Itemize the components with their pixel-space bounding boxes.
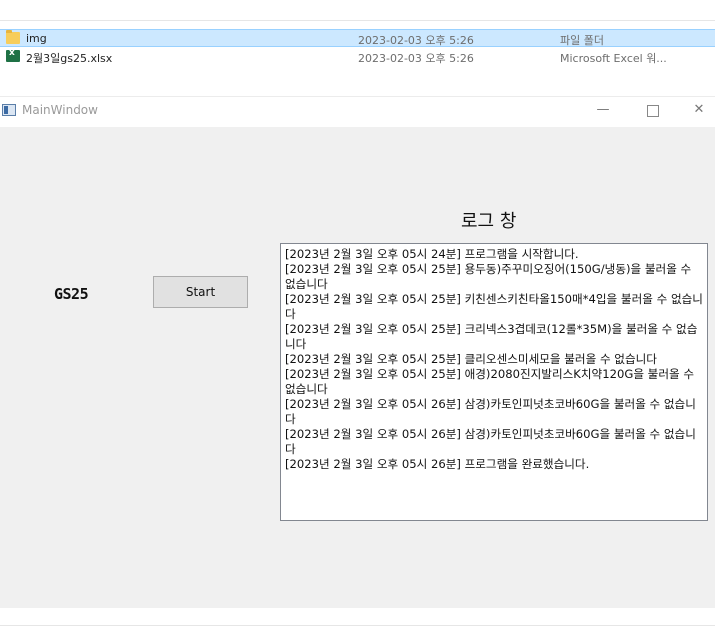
log-line: [2023년 2월 3일 오후 05시 25분] 클리오센스미세모을 불러올 수… — [285, 352, 657, 366]
maximize-icon — [647, 105, 659, 117]
window-client-area: GS25 Start 로그 창 [2023년 2월 3일 오후 05시 24분]… — [0, 127, 715, 608]
log-line: [2023년 2월 3일 오후 05시 25분] 크리넥스3겹데코(12롤*35… — [285, 322, 698, 351]
minimize-icon: — — [596, 102, 610, 117]
log-textbox[interactable]: [2023년 2월 3일 오후 05시 24분] 프로그램을 시작합니다. [2… — [280, 243, 708, 521]
log-line: [2023년 2월 3일 오후 05시 24분] 프로그램을 시작합니다. — [285, 247, 579, 261]
log-line: [2023년 2월 3일 오후 05시 26분] 삼경)카토인피넛초코바60G을… — [285, 397, 696, 426]
log-line: [2023년 2월 3일 오후 05시 25분] 키친센스키친타올150매*4입… — [285, 292, 703, 321]
file-name: img — [26, 32, 47, 45]
start-button[interactable]: Start — [153, 276, 248, 308]
minimize-button[interactable]: — — [580, 97, 626, 125]
window-titlebar[interactable]: MainWindow — ✕ — [0, 97, 715, 127]
store-label: GS25 — [54, 285, 89, 303]
file-date: 2023-02-03 오후 5:26 — [358, 52, 474, 65]
log-line: [2023년 2월 3일 오후 05시 25분] 애경)2080진지발리스K치약… — [285, 367, 695, 396]
log-title: 로그 창 — [461, 211, 517, 232]
file-row-xlsx[interactable]: 2월3일gs25.xlsx 2023-02-03 오후 5:26 Microso… — [0, 48, 715, 66]
maximize-button[interactable] — [630, 97, 676, 125]
log-line: [2023년 2월 3일 오후 05시 25분] 용두동)주꾸미오징어(150G… — [285, 262, 692, 291]
main-window: MainWindow — ✕ GS25 Start 로그 창 [2023년 2월… — [0, 97, 715, 608]
folder-icon — [6, 30, 20, 44]
close-button[interactable]: ✕ — [676, 97, 721, 125]
log-line: [2023년 2월 3일 오후 05시 26분] 프로그램을 완료했습니다. — [285, 457, 590, 471]
file-explorer-list: img 2023-02-03 오후 5:26 파일 폴더 2월3일gs25.xl… — [0, 0, 715, 70]
divider — [0, 625, 715, 626]
file-date: 2023-02-03 오후 5:26 — [358, 34, 474, 47]
file-name: 2월3일gs25.xlsx — [26, 52, 113, 65]
window-title: MainWindow — [22, 103, 98, 117]
app-window-icon — [2, 104, 16, 116]
file-row-img-folder[interactable]: img 2023-02-03 오후 5:26 파일 폴더 — [0, 29, 715, 47]
close-icon: ✕ — [693, 102, 705, 117]
file-type: Microsoft Excel 워... — [560, 52, 667, 65]
excel-file-icon — [6, 48, 20, 62]
file-type: 파일 폴더 — [560, 34, 604, 47]
divider — [0, 20, 715, 21]
log-line: [2023년 2월 3일 오후 05시 26분] 삼경)카토인피넛초코바60G을… — [285, 427, 696, 456]
